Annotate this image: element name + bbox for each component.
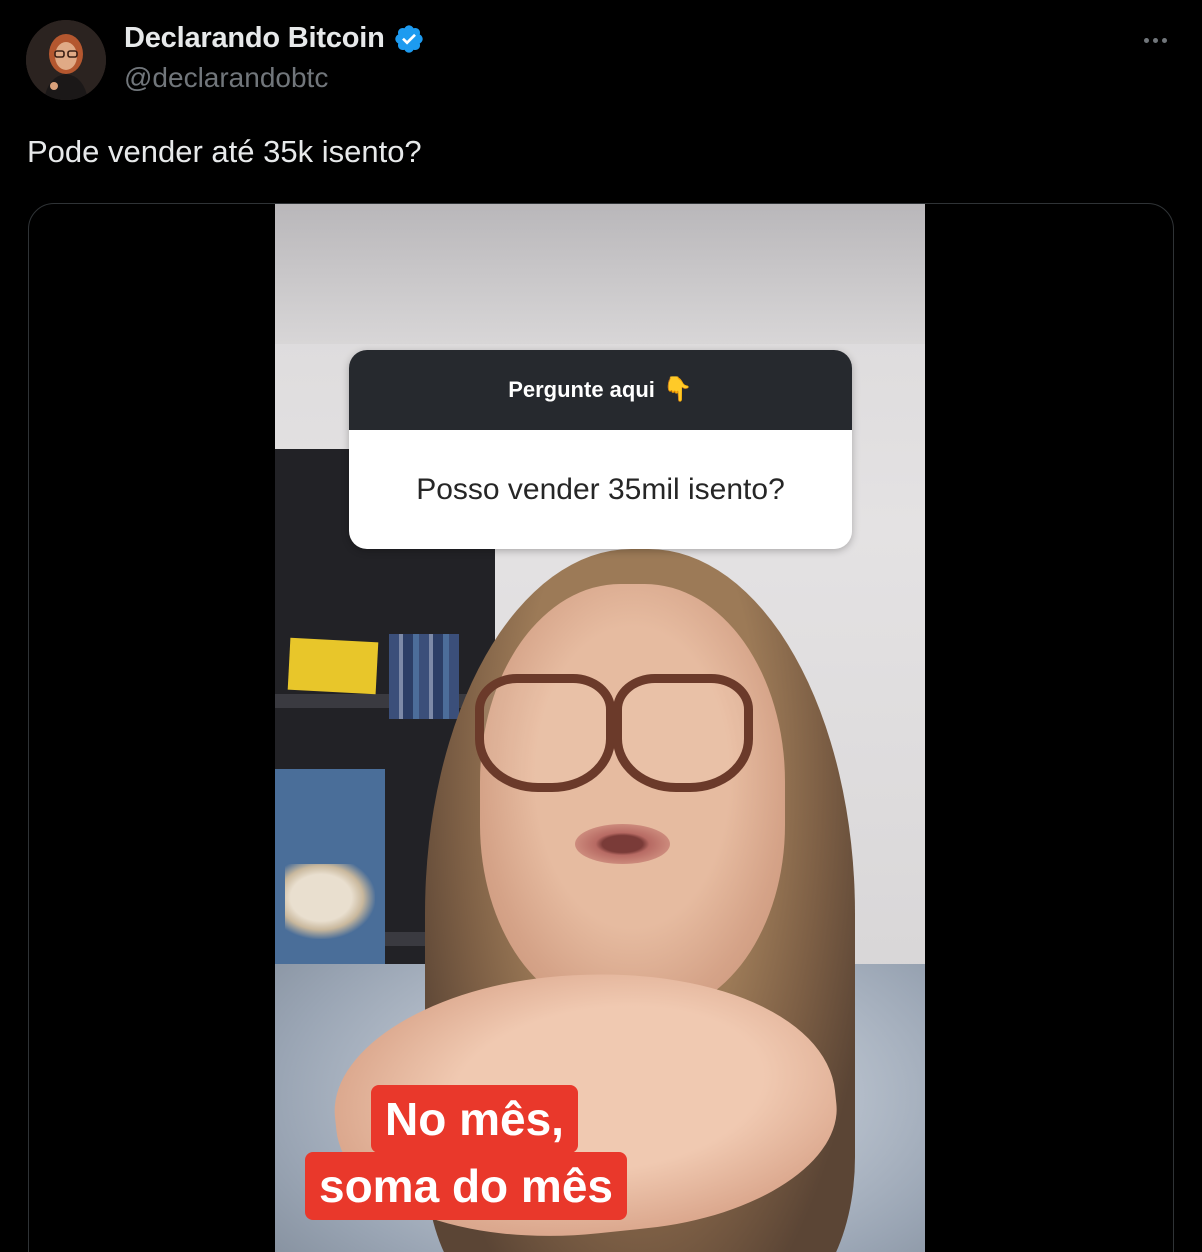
more-options-icon[interactable] (1138, 26, 1172, 54)
media-card[interactable]: Pergunte aqui 👇 Posso vender 35mil isent… (28, 203, 1174, 1252)
video-person-face (480, 584, 785, 1014)
video-ceiling (275, 204, 925, 344)
video-player[interactable]: Pergunte aqui 👇 Posso vender 35mil isent… (275, 204, 925, 1252)
question-sticker-text: Posso vender 35mil isento? (349, 430, 852, 549)
question-sticker: Pergunte aqui 👇 Posso vender 35mil isent… (349, 350, 852, 549)
author-handle[interactable]: @declarandobtc (124, 62, 328, 94)
video-person-mouth (575, 824, 670, 864)
author-avatar[interactable] (26, 20, 106, 100)
question-sticker-title: Pergunte aqui (508, 377, 655, 402)
video-caption-line-1: No mês, (371, 1085, 578, 1153)
video-glasses-right (613, 674, 753, 792)
video-glasses-left (475, 674, 615, 792)
tweet: Declarando Bitcoin @declarandobtc Pode v… (0, 0, 1202, 1252)
question-sticker-header: Pergunte aqui 👇 (349, 350, 852, 430)
video-books (389, 634, 459, 719)
video-caption-line-2: soma do mês (305, 1152, 627, 1220)
verified-badge-icon (393, 23, 425, 55)
video-yellow-book (287, 637, 379, 695)
author-display-name[interactable]: Declarando Bitcoin (124, 22, 385, 55)
author-name-row: Declarando Bitcoin (124, 22, 425, 55)
pointing-down-icon: 👇 (662, 376, 693, 403)
tweet-text: Pode vender até 35k isento? (27, 134, 422, 169)
video-lion-figurine (285, 864, 375, 939)
